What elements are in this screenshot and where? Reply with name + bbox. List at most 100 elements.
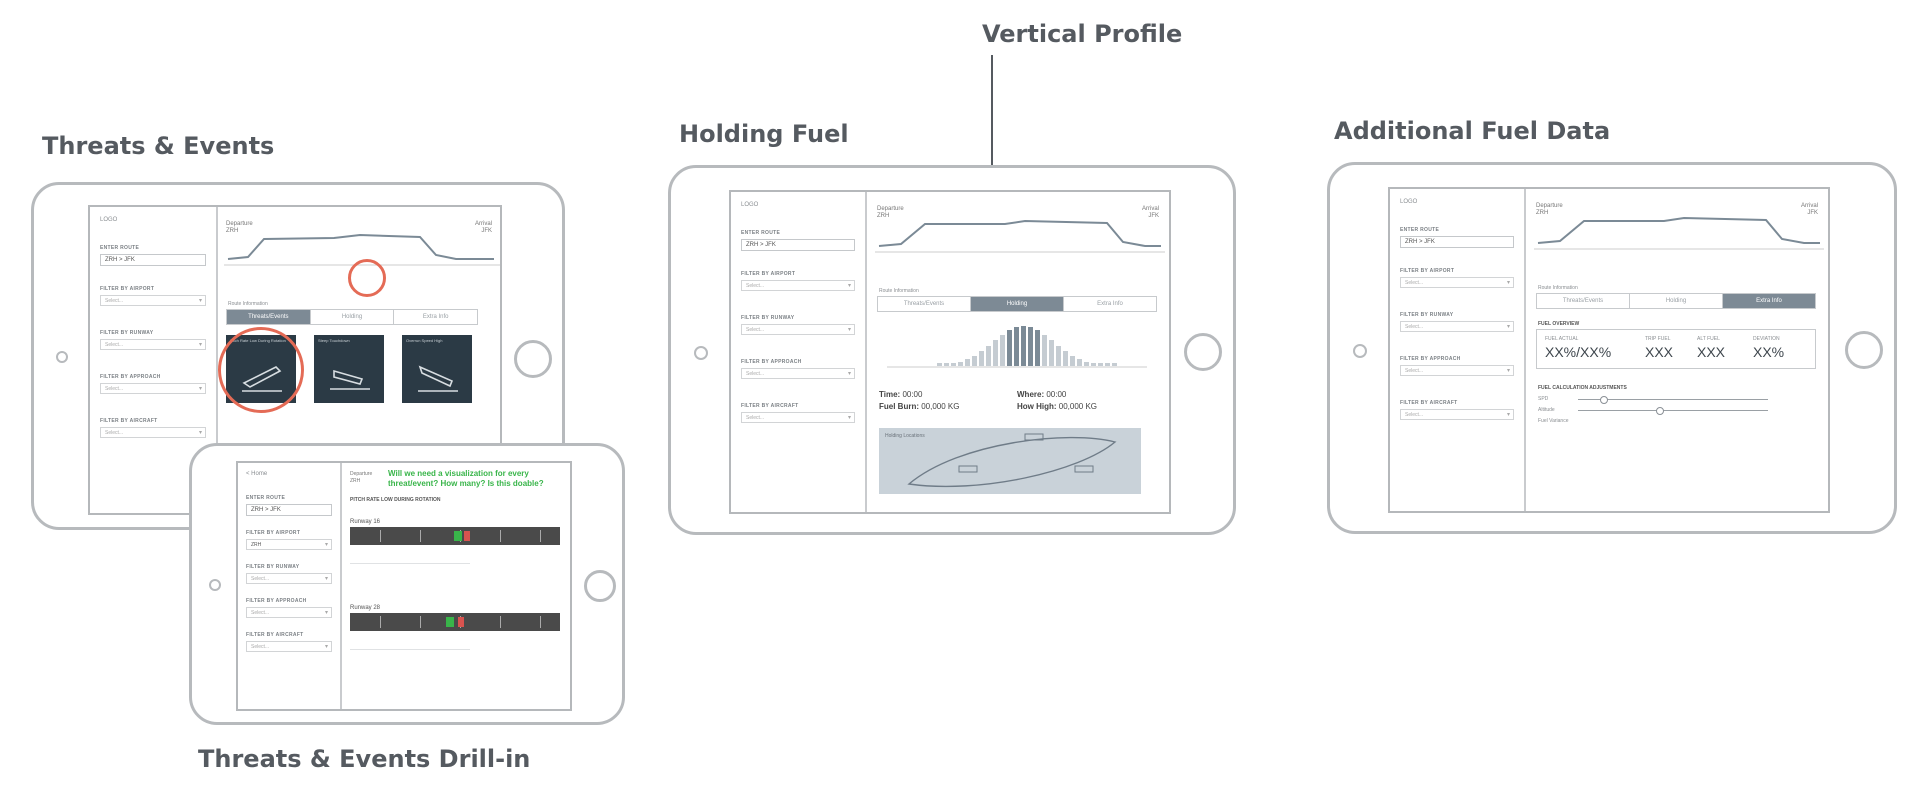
route-input[interactable]: ZRH > JFK — [741, 239, 855, 251]
aircraft-select[interactable]: Select... — [741, 412, 855, 423]
filter-airport-label: FILTER BY AIRPORT — [741, 271, 796, 277]
filter-runway-label: FILTER BY RUNWAY — [246, 564, 300, 570]
event-heading: PITCH RATE LOW DURING ROTATION — [350, 497, 441, 503]
enter-route-label: ENTER ROUTE — [741, 230, 781, 236]
designer-question: Will we need a visualization for every t… — [388, 469, 544, 488]
slider-altitude-thumb[interactable] — [1656, 407, 1664, 415]
histogram-bar — [1049, 340, 1054, 366]
tab-holding[interactable]: Holding — [311, 310, 395, 324]
runway-16-details — [350, 563, 470, 586]
home-button-icon[interactable] — [584, 570, 616, 602]
histogram-bar — [1000, 335, 1005, 366]
filter-airport-label: FILTER BY AIRPORT — [1400, 268, 1455, 274]
route-info-label: Route Information — [228, 301, 268, 307]
histogram-bar — [979, 351, 984, 366]
back-link[interactable]: < Home — [246, 471, 332, 477]
screen: LOGO ENTER ROUTE ZRH > JFK FILTER BY AIR… — [1388, 187, 1830, 513]
histogram-bar — [993, 340, 998, 366]
event-card-touchdown[interactable]: Steep Touchdown — [314, 335, 384, 403]
trip-fuel-label: TRIP FUEL — [1645, 336, 1671, 342]
histogram-bar — [937, 363, 942, 366]
strip-tick — [500, 616, 501, 628]
airport-select[interactable]: Select... — [1400, 277, 1514, 288]
tab-bar: Threats/Events Holding Extra Info — [1536, 293, 1816, 309]
approach-select[interactable]: Select... — [1400, 365, 1514, 376]
runway-select[interactable]: Select... — [100, 339, 206, 350]
runway-28-strip — [350, 613, 560, 631]
airport-select[interactable]: Select... — [741, 280, 855, 291]
runway-16-label: Runway 16 — [350, 519, 381, 525]
event-card-title: Steep Touchdown — [318, 338, 350, 343]
logo: LOGO — [741, 202, 759, 208]
filter-runway-label: FILTER BY RUNWAY — [100, 330, 154, 336]
alt-fuel-label: ALT FUEL — [1697, 336, 1720, 342]
where-readout: Where: 00:00 — [1017, 390, 1067, 399]
highlight-ring — [348, 259, 386, 297]
airport-select[interactable]: Select... — [100, 295, 206, 306]
histogram-bar — [1007, 330, 1012, 366]
strip-tick — [500, 530, 501, 542]
event-card-overrun[interactable]: Overrun Speed High — [402, 335, 472, 403]
tab-threats-events[interactable]: Threats/Events — [878, 297, 971, 311]
card-highlight-ring — [218, 327, 304, 413]
approach-select[interactable]: Select... — [741, 368, 855, 379]
camera-icon — [56, 351, 68, 363]
filter-approach-label: FILTER BY APPROACH — [100, 374, 161, 380]
caption-vertical-profile: Vertical Profile — [982, 20, 1183, 48]
histogram-bar — [1014, 327, 1019, 366]
tab-threats-events[interactable]: Threats/Events — [1537, 294, 1630, 308]
runway-select[interactable]: Select... — [1400, 321, 1514, 332]
slider-altitude-label: Altitude — [1538, 407, 1555, 413]
time-readout: Time: 00:00 — [879, 390, 923, 399]
tab-holding[interactable]: Holding — [971, 297, 1064, 311]
screen: LOGO ENTER ROUTE ZRH > JFK FILTER BY AIR… — [729, 190, 1171, 514]
logo: LOGO — [100, 217, 118, 223]
tab-holding[interactable]: Holding — [1630, 294, 1723, 308]
aircraft-select[interactable]: Select... — [1400, 409, 1514, 420]
runway-select[interactable]: Select... — [741, 324, 855, 335]
tablet-drill-in: < Home ENTER ROUTE ZRH > JFK FILTER BY A… — [189, 443, 625, 725]
histogram-bar — [1091, 363, 1096, 366]
histogram-bar — [944, 363, 949, 366]
histogram-bar — [1105, 363, 1110, 366]
home-button-icon[interactable] — [514, 340, 552, 378]
camera-icon — [694, 346, 708, 360]
aircraft-select[interactable]: Select... — [100, 427, 206, 438]
trip-fuel-value: XXX — [1645, 344, 1674, 360]
histogram-bar — [986, 346, 991, 366]
histogram-bar — [1077, 359, 1082, 366]
route-info-label: Route Information — [879, 288, 919, 294]
tab-extra-info[interactable]: Extra Info — [394, 310, 477, 324]
tab-bar: Threats/Events Holding Extra Info — [877, 296, 1157, 312]
tab-extra-info[interactable]: Extra Info — [1723, 294, 1815, 308]
route-input[interactable]: ZRH > JFK — [1400, 236, 1514, 248]
tab-threats-events[interactable]: Threats/Events — [227, 310, 311, 324]
histogram-bar — [951, 363, 956, 366]
slider-altitude-track[interactable] — [1578, 407, 1768, 415]
runway-28-details — [350, 649, 470, 672]
slider-spd-thumb[interactable] — [1600, 396, 1608, 404]
airport-select[interactable]: ZRH — [246, 539, 332, 550]
route-input[interactable]: ZRH > JFK — [246, 504, 332, 516]
filter-runway-label: FILTER BY RUNWAY — [1400, 312, 1454, 318]
home-button-icon[interactable] — [1845, 331, 1883, 369]
filter-aircraft-label: FILTER BY AIRCRAFT — [1400, 400, 1458, 406]
tab-bar: Threats/Events Holding Extra Info — [226, 309, 478, 325]
filter-aircraft-label: FILTER BY AIRCRAFT — [246, 632, 304, 638]
strip-tick — [420, 616, 421, 628]
slider-fuel-variance-label: Fuel Variance — [1538, 418, 1569, 424]
runway-select[interactable]: Select... — [246, 573, 332, 584]
camera-icon — [1353, 344, 1367, 358]
aircraft-select[interactable]: Select... — [246, 641, 332, 652]
slider-spd-track[interactable] — [1578, 396, 1768, 404]
sidebar: LOGO ENTER ROUTE ZRH > JFK FILTER BY AIR… — [1390, 189, 1526, 511]
strip-tick — [540, 616, 541, 628]
approach-select[interactable]: Select... — [100, 383, 206, 394]
home-button-icon[interactable] — [1184, 333, 1222, 371]
filter-runway-label: FILTER BY RUNWAY — [741, 315, 795, 321]
red-marker — [458, 617, 464, 627]
route-input[interactable]: ZRH > JFK — [100, 254, 206, 266]
tab-extra-info[interactable]: Extra Info — [1064, 297, 1156, 311]
approach-select[interactable]: Select... — [246, 607, 332, 618]
histogram-bar — [1063, 351, 1068, 366]
